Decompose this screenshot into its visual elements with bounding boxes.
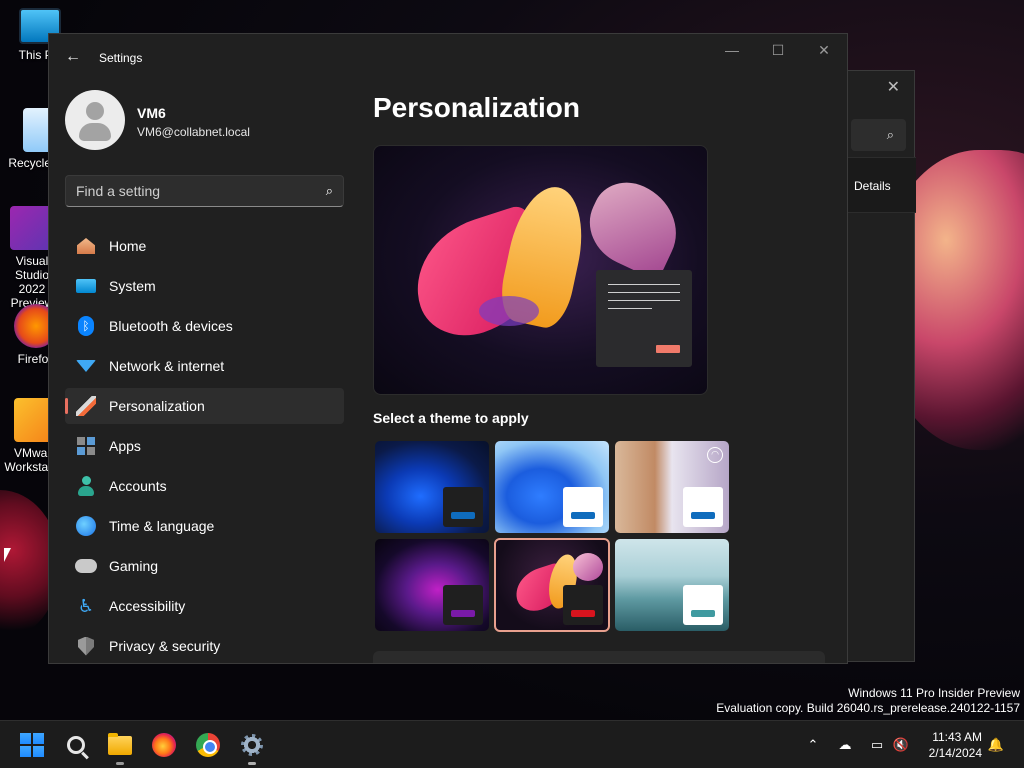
sidebar-item-label: System	[109, 278, 156, 294]
sidebar-item-label: Time & language	[109, 518, 215, 534]
theme-tile[interactable]	[375, 441, 489, 533]
details-tab[interactable]: Details	[841, 157, 916, 213]
user-email: VM6@collabnet.local	[137, 125, 250, 139]
apps-icon	[75, 435, 97, 457]
theme-tile[interactable]	[495, 441, 609, 533]
page-title: Personalization	[373, 92, 580, 123]
search-icon: ⌕	[886, 127, 894, 142]
sidebar-item-bluetooth[interactable]: ᛒ Bluetooth & devices	[65, 308, 344, 344]
settings-search: ⌕	[65, 175, 344, 207]
user-profile[interactable]: VM6 VM6@collabnet.local	[65, 90, 365, 150]
main-content: Personalization Select a theme to apply …	[373, 34, 847, 663]
taskbar: ⌃ ☁ ▭ 🔇 11:43 AM 2/14/2024 🔔	[0, 720, 1024, 768]
watermark-line-2: Evaluation copy. Build 26040.rs_prerelea…	[716, 701, 1020, 715]
sidebar-item-home[interactable]: Home	[65, 228, 344, 264]
sidebar-item-label: Network & internet	[109, 358, 225, 374]
sidebar-item-label: Home	[109, 238, 147, 254]
accounts-icon	[75, 475, 97, 497]
network-icon[interactable]: ▭	[867, 735, 887, 755]
preview-window-mockup	[596, 270, 692, 367]
build-watermark: Windows 11 Pro Insider Preview Evaluatio…	[716, 686, 1020, 716]
watermark-line-1: Windows 11 Pro Insider Preview	[848, 686, 1020, 700]
taskbar-search-button[interactable]	[60, 729, 92, 761]
search-icon[interactable]: ⌕	[326, 183, 333, 199]
system-icon	[75, 275, 97, 297]
system-tray: ⌃ ☁ ▭ 🔇	[803, 721, 911, 768]
globe-clock-icon	[75, 515, 97, 537]
accent-swatch	[451, 512, 475, 519]
search-input[interactable]	[66, 176, 306, 206]
sidebar-item-label: Gaming	[109, 558, 159, 574]
sidebar-item-accounts[interactable]: Accounts	[65, 468, 344, 504]
sidebar-item-privacy[interactable]: Privacy & security	[65, 628, 344, 663]
bluetooth-icon: ᛒ	[75, 315, 97, 337]
accessibility-icon: ♿	[77, 595, 95, 616]
clock-time: 11:43 AM	[932, 730, 982, 744]
sidebar-item-personalization[interactable]: Personalization	[65, 388, 344, 424]
taskbar-file-explorer[interactable]	[104, 729, 136, 765]
taskbar-firefox[interactable]	[148, 729, 180, 761]
wifi-icon	[75, 355, 97, 377]
taskbar-chrome[interactable]	[192, 729, 224, 761]
user-name: VM6	[137, 105, 166, 121]
theme-tile-selected[interactable]	[494, 538, 610, 632]
accent-swatch	[691, 512, 715, 519]
theme-tile[interactable]	[375, 539, 489, 631]
sidebar-item-label: Accounts	[109, 478, 167, 494]
notification-bell-icon[interactable]: 🔔	[986, 735, 1006, 755]
search-icon	[67, 736, 85, 754]
taskbar-settings[interactable]	[236, 729, 268, 765]
home-icon	[75, 235, 97, 257]
close-icon[interactable]: ✕	[887, 77, 900, 97]
accent-swatch	[451, 610, 475, 617]
sidebar-item-label: Apps	[109, 438, 141, 454]
sidebar-item-system[interactable]: System	[65, 268, 344, 304]
sidebar-item-accessibility[interactable]: ♿ Accessibility	[65, 588, 344, 624]
back-arrow-icon[interactable]: ←	[63, 48, 83, 68]
sidebar-item-time-language[interactable]: Time & language	[65, 508, 344, 544]
taskbar-clock[interactable]: 11:43 AM 2/14/2024	[920, 729, 982, 761]
volume-muted-icon[interactable]: 🔇	[891, 735, 911, 755]
brush-icon	[75, 395, 97, 417]
theme-tile[interactable]: ◠	[615, 441, 729, 533]
chrome-icon	[196, 733, 220, 757]
accent-swatch	[571, 610, 595, 617]
sidebar-item-network[interactable]: Network & internet	[65, 348, 344, 384]
sidebar-item-label: Bluetooth & devices	[109, 318, 233, 334]
mouse-cursor-icon	[4, 548, 11, 562]
gamepad-icon	[75, 555, 97, 577]
background-search-box[interactable]: ⌕	[851, 119, 906, 151]
sidebar-item-gaming[interactable]: Gaming	[65, 548, 344, 584]
accent-swatch	[571, 512, 595, 519]
file-explorer-icon	[108, 732, 132, 755]
next-setting-card[interactable]	[373, 651, 825, 663]
sidebar-item-label: Accessibility	[109, 598, 186, 614]
settings-gear-icon	[241, 734, 263, 756]
start-button[interactable]	[16, 729, 48, 761]
shield-icon	[75, 635, 97, 657]
clock-date: 2/14/2024	[928, 746, 982, 760]
chevron-up-icon[interactable]: ⌃	[803, 735, 823, 755]
onedrive-icon[interactable]: ☁	[835, 735, 855, 755]
accent-swatch	[691, 610, 715, 617]
spotlight-icon: ◠	[707, 447, 723, 463]
start-icon	[20, 733, 44, 757]
sidebar-item-apps[interactable]: Apps	[65, 428, 344, 464]
background-window[interactable]: ✕ ⌕ Details	[840, 70, 916, 662]
sidebar-nav: Home System ᛒ Bluetooth & devices Networ…	[65, 228, 344, 663]
window-title: Settings	[99, 51, 143, 65]
firefox-icon	[152, 733, 176, 757]
theme-preview	[373, 145, 708, 395]
theme-tile[interactable]	[615, 539, 729, 631]
sidebar-item-label: Personalization	[109, 398, 205, 414]
desktop-icon-label: Visual Studio 2022 Preview	[10, 254, 54, 310]
theme-section-label: Select a theme to apply	[373, 410, 529, 426]
settings-window: ← Settings — ☐ ✕ VM6 VM6@collabnet.local…	[48, 33, 848, 664]
avatar	[65, 90, 125, 150]
sidebar-item-label: Privacy & security	[109, 638, 221, 654]
